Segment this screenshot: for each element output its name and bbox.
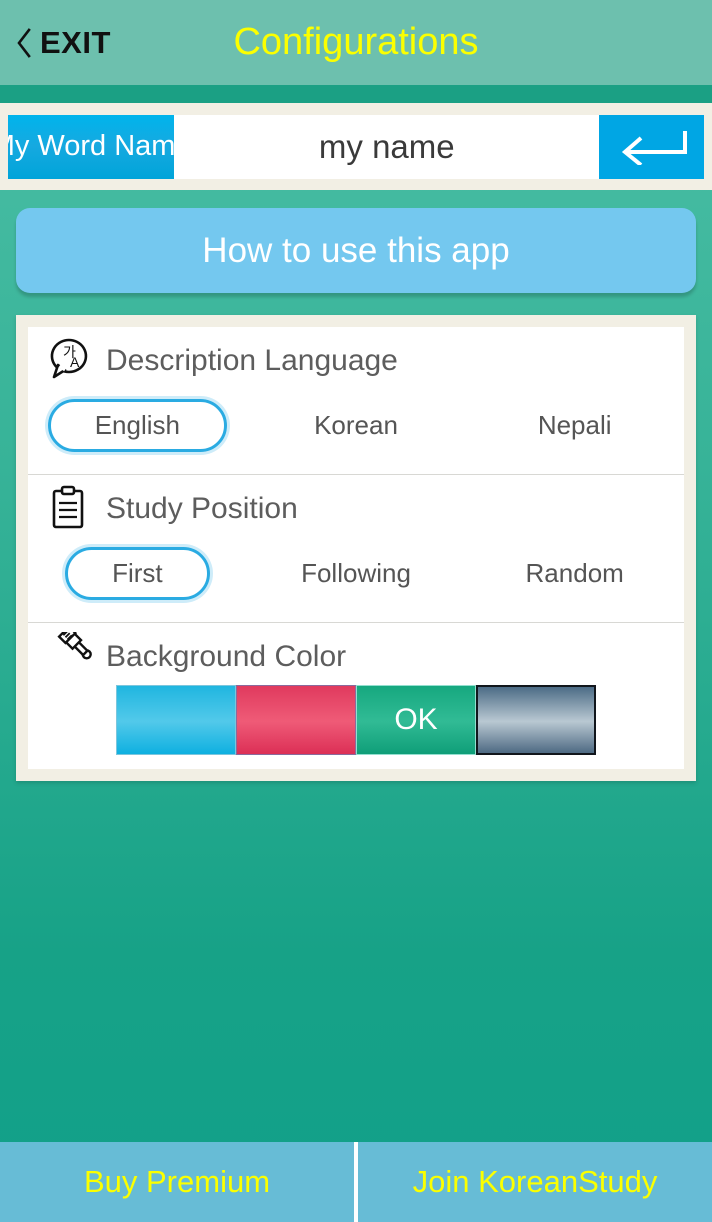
selected-swatch-label: OK — [394, 703, 438, 736]
bottom-bar: Buy Premium Join KoreanStudy — [0, 1142, 712, 1222]
section-title: Description Language — [106, 344, 398, 377]
section-description-language: 가 A Description Language English Korean … — [28, 327, 684, 474]
option-english[interactable]: English — [28, 391, 247, 460]
buy-premium-button[interactable]: Buy Premium — [0, 1142, 354, 1222]
translate-speech-bubble-icon: 가 A — [46, 336, 92, 387]
app-header: EXIT Configurations — [0, 0, 712, 85]
exit-label: EXIT — [40, 25, 111, 60]
section-header: Background Color — [28, 624, 684, 683]
option-following[interactable]: Following — [247, 550, 466, 597]
option-korean[interactable]: Korean — [247, 402, 466, 449]
exit-button[interactable]: EXIT — [0, 0, 111, 85]
word-name-band: My Word Name — [0, 103, 712, 190]
section-header: 가 A Description Language — [28, 337, 684, 385]
color-swatch-green-selected[interactable]: OK — [356, 685, 476, 755]
clipboard-icon — [46, 484, 92, 535]
word-name-input[interactable] — [174, 114, 600, 179]
join-koreanstudy-button[interactable]: Join KoreanStudy — [358, 1142, 712, 1222]
section-header: Study Position — [28, 485, 684, 533]
section-background-color: Background Color OK — [28, 622, 684, 769]
paintbrush-icon — [46, 624, 92, 683]
word-name-label: My Word Name — [8, 114, 175, 179]
chevron-left-icon — [16, 27, 32, 58]
settings-card: 가 A Description Language English Korean … — [16, 315, 696, 781]
option-label: English — [47, 399, 227, 452]
svg-text:A: A — [70, 354, 80, 370]
enter-return-arrow-icon — [615, 125, 689, 168]
how-to-use-button[interactable]: How to use this app — [16, 208, 696, 293]
header-accent-strip — [0, 85, 712, 103]
option-first[interactable]: First — [28, 539, 247, 608]
option-label: First — [65, 547, 210, 600]
word-name-submit-button[interactable] — [599, 114, 704, 179]
background-color-swatches: OK — [28, 681, 684, 755]
color-swatch-blue[interactable] — [116, 685, 236, 755]
section-study-position: Study Position First Following Random — [28, 474, 684, 622]
color-swatch-red[interactable] — [236, 685, 356, 755]
section-title: Background Color — [106, 640, 347, 673]
howto-container: How to use this app — [0, 190, 712, 293]
settings-card-inner: 가 A Description Language English Korean … — [28, 327, 684, 769]
language-options: English Korean Nepali — [28, 385, 684, 460]
option-random[interactable]: Random — [465, 550, 684, 597]
word-name-row: My Word Name — [8, 114, 704, 179]
position-options: First Following Random — [28, 533, 684, 608]
option-nepali[interactable]: Nepali — [465, 402, 684, 449]
color-swatch-gray[interactable] — [476, 685, 596, 755]
section-title: Study Position — [106, 492, 298, 525]
